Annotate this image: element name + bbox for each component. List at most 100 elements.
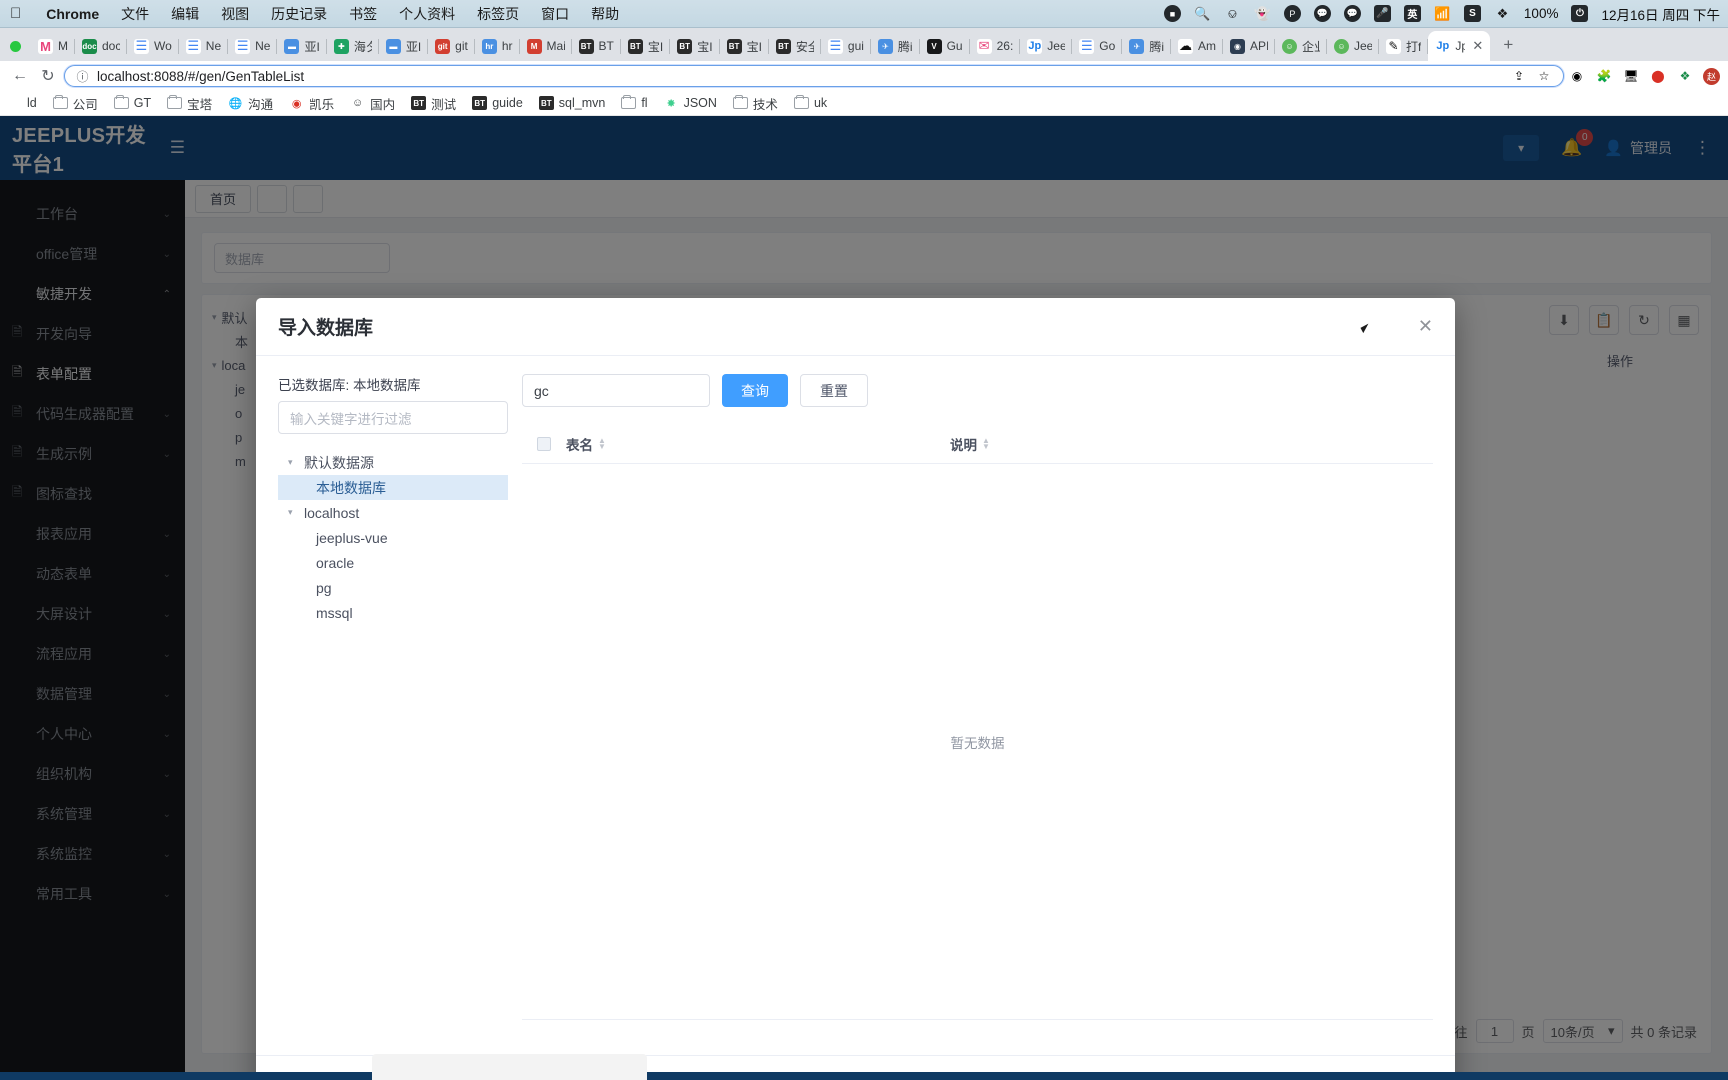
record-extension-icon[interactable]: ⬤	[1649, 67, 1667, 85]
browser-tab-23[interactable]: ☁ Am	[1171, 31, 1223, 61]
db-tree-node-1[interactable]: 本地数据库	[278, 475, 508, 500]
bookmark-8[interactable]: BT guide	[465, 94, 530, 112]
bookmark-1[interactable]: 公司	[46, 92, 105, 115]
bookmark-12[interactable]: 技术	[726, 92, 785, 115]
browser-tab-15[interactable]: BT 安全	[769, 31, 821, 61]
ime-icon[interactable]: 英	[1403, 5, 1421, 22]
browser-tab-7[interactable]: ▬ 亚I	[379, 31, 429, 61]
browser-tab-12[interactable]: BT 宝I	[621, 31, 671, 61]
menu-bookmarks[interactable]: 书签	[338, 4, 388, 24]
menu-view[interactable]: 视图	[210, 4, 260, 24]
browser-tab-14[interactable]: BT 宝I	[720, 31, 769, 61]
window-icon[interactable]: 🖥	[1622, 67, 1640, 85]
new-tab-button[interactable]: +	[1494, 31, 1522, 59]
keyword-input[interactable]: gc	[522, 374, 710, 407]
menu-edit[interactable]: 编辑	[160, 4, 210, 24]
bluetooth-icon[interactable]: ❖	[1494, 5, 1511, 22]
db-tree-node-3[interactable]: jeeplus-vue	[278, 525, 508, 550]
browser-tab-11[interactable]: BT BT	[572, 31, 621, 61]
share-icon[interactable]: ⇪	[1510, 67, 1528, 85]
browser-tab-2[interactable]: ☰ Wo	[127, 31, 179, 61]
browser-tab-10[interactable]: M Mail	[520, 31, 572, 61]
browser-tab-24[interactable]: ◉ API	[1223, 31, 1275, 61]
menu-file[interactable]: 文件	[110, 4, 160, 24]
browser-tab-27[interactable]: ✎ 打f	[1379, 31, 1429, 61]
bookmark-2[interactable]: GT	[107, 94, 158, 112]
back-icon[interactable]: ←	[8, 64, 32, 88]
reset-button[interactable]: 重置	[800, 374, 868, 407]
wechat2-icon[interactable]: 💬	[1343, 5, 1361, 22]
wechat-icon[interactable]: 💬	[1313, 5, 1331, 22]
bookmark-7[interactable]: BT 测试	[404, 92, 463, 115]
db-tree-node-6[interactable]: mssql	[278, 600, 508, 625]
search-icon[interactable]: 🔍	[1194, 5, 1211, 22]
bookmark-5[interactable]: ◉ 凯乐	[282, 92, 341, 115]
db-tree-node-2[interactable]: ▾ localhost	[278, 500, 508, 525]
bookmark-3[interactable]: 宝塔	[160, 92, 219, 115]
info-icon[interactable]: ⓘ	[75, 64, 90, 88]
sort-icon[interactable]: ▲ ▼	[982, 436, 990, 450]
select-all-checkbox-cell[interactable]	[522, 436, 566, 451]
apple-menu-icon[interactable]: 	[0, 5, 35, 22]
browser-tab-21[interactable]: ☰ Go	[1072, 31, 1123, 61]
browser-tab-19[interactable]: ✉ 26:	[970, 31, 1021, 61]
menu-help[interactable]: 帮助	[580, 4, 630, 24]
record-icon[interactable]: ■	[1163, 5, 1181, 22]
column-header-table-name[interactable]: 表名 ▲ ▼	[566, 434, 896, 454]
browser-tab-6[interactable]: ✚ 海夕	[327, 31, 379, 61]
browser-tab-active[interactable]: Jp Jp ✕	[1428, 31, 1491, 61]
menu-window[interactable]: 窗口	[530, 4, 580, 24]
browser-tab-3[interactable]: ☰ Ne	[179, 31, 229, 61]
browser-tab-16[interactable]: ☰ gui	[821, 31, 871, 61]
puzzle-icon[interactable]: 🧩	[1595, 67, 1613, 85]
sort-icon[interactable]: ▲ ▼	[598, 436, 606, 450]
bookmark-6[interactable]: ☺ 国内	[343, 92, 402, 115]
search-button[interactable]: 查询	[722, 374, 788, 407]
bookmark-4[interactable]: 🌐 沟通	[221, 92, 280, 115]
browser-tab-1[interactable]: doc doc	[75, 31, 127, 61]
column-header-description[interactable]: 说明 ▲ ▼	[896, 434, 1433, 454]
mic-icon[interactable]: 🎤	[1373, 5, 1391, 22]
menu-history[interactable]: 历史记录	[260, 4, 338, 24]
bookmark-star-icon[interactable]: ☆	[1535, 67, 1553, 85]
wifi-icon[interactable]: 📶	[1434, 5, 1451, 22]
pocket-icon[interactable]: P	[1283, 5, 1301, 22]
chevron-down-icon[interactable]: ▾	[288, 457, 298, 468]
browser-tab-0[interactable]: MM	[31, 31, 75, 61]
siri-icon[interactable]: ⎉	[1224, 5, 1241, 22]
reload-icon[interactable]: ↻	[36, 64, 60, 88]
tree-filter-input[interactable]: 输入关键字进行过滤	[278, 401, 508, 434]
browser-tab-25[interactable]: ☺ 企业	[1275, 31, 1327, 61]
browser-tab-8[interactable]: git git	[428, 31, 475, 61]
browser-tab-20[interactable]: Jp Jee	[1020, 31, 1073, 61]
browser-tab-22[interactable]: ✈ 腾i	[1122, 31, 1171, 61]
checkbox-icon[interactable]	[537, 436, 551, 451]
db-tree-node-4[interactable]: oracle	[278, 550, 508, 575]
menu-tabs[interactable]: 标签页	[466, 4, 530, 24]
dock-window-preview[interactable]	[372, 1054, 647, 1080]
address-bar[interactable]: ⓘ localhost:8088/#/gen/GenTableList ⇪ ☆	[64, 65, 1564, 87]
bookmark-9[interactable]: BT sql_mvn	[532, 94, 613, 112]
browser-tab-17[interactable]: ✈ 腾i	[871, 31, 920, 61]
sogou-icon[interactable]: S	[1463, 5, 1481, 22]
extensions-icon[interactable]: ❖	[1676, 67, 1694, 85]
db-tree-node-5[interactable]: pg	[278, 575, 508, 600]
qq-icon[interactable]: 👻	[1254, 5, 1271, 22]
browser-tab-5[interactable]: ▬ 亚I	[277, 31, 327, 61]
browser-tab-9[interactable]: hr hr	[475, 31, 520, 61]
browser-tab-18[interactable]: V Gu	[920, 31, 970, 61]
menu-profiles[interactable]: 个人资料	[388, 4, 466, 24]
browser-tab-13[interactable]: BT 宝I	[670, 31, 720, 61]
clock[interactable]: 12月16日 周四 下午	[1601, 4, 1720, 24]
browser-tab-4[interactable]: ☰ Ne	[228, 31, 278, 61]
chevron-down-icon[interactable]: ▾	[288, 507, 298, 518]
bookmark-10[interactable]: fl	[614, 94, 654, 112]
chrome-extension-icon[interactable]: ◉	[1568, 67, 1586, 85]
db-tree-node-0[interactable]: ▾ 默认数据源	[278, 450, 508, 475]
menu-chrome[interactable]: Chrome	[35, 6, 110, 22]
close-icon[interactable]: ✕	[1418, 316, 1433, 337]
profile-avatar[interactable]: 赵	[1703, 67, 1720, 85]
bookmark-13[interactable]: uk	[787, 94, 834, 112]
browser-tab-26[interactable]: ☺ Jee	[1327, 31, 1379, 61]
bookmark-0[interactable]: ld	[0, 94, 44, 112]
